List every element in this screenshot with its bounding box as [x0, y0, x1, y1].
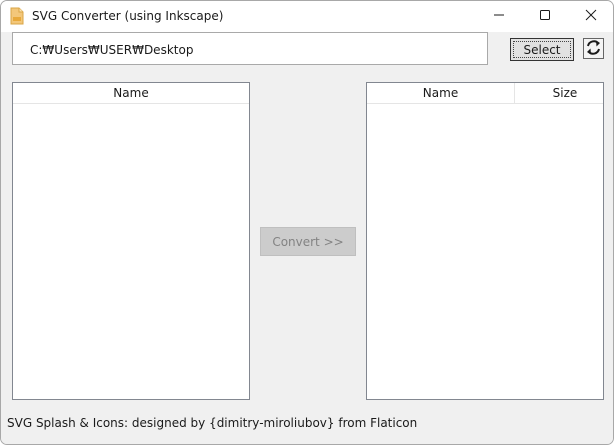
- title-bar[interactable]: SVG Converter (using Inkscape): [1, 1, 613, 32]
- refresh-button[interactable]: [583, 38, 604, 59]
- app-window: SVG Converter (using Inkscape) C:₩Users₩…: [0, 0, 614, 445]
- window-title: SVG Converter (using Inkscape): [32, 9, 224, 23]
- close-icon: [585, 9, 597, 24]
- source-file-list[interactable]: Name: [12, 82, 250, 400]
- output-file-list[interactable]: Name Size: [366, 82, 604, 400]
- path-value: C:₩Users₩USER₩Desktop: [30, 43, 194, 57]
- maximize-icon: [539, 9, 551, 24]
- list-header: Name Size: [367, 83, 603, 104]
- convert-button[interactable]: Convert >>: [260, 227, 356, 256]
- minimize-button[interactable]: [476, 1, 522, 32]
- maximize-button[interactable]: [522, 1, 568, 32]
- credit-text: SVG Splash & Icons: designed by {dimitry…: [7, 416, 418, 430]
- refresh-icon: [585, 39, 602, 59]
- document-svg-icon: [10, 7, 24, 25]
- column-header-size[interactable]: Size: [515, 83, 603, 103]
- list-header: Name: [13, 83, 249, 104]
- path-field[interactable]: C:₩Users₩USER₩Desktop: [12, 32, 488, 65]
- minimize-icon: [493, 9, 505, 24]
- select-button[interactable]: Select: [510, 38, 574, 61]
- client-area: C:₩Users₩USER₩Desktop Select Name Conver…: [1, 32, 613, 444]
- column-header-name[interactable]: Name: [13, 83, 249, 103]
- column-header-name[interactable]: Name: [367, 83, 514, 103]
- close-button[interactable]: [568, 1, 613, 32]
